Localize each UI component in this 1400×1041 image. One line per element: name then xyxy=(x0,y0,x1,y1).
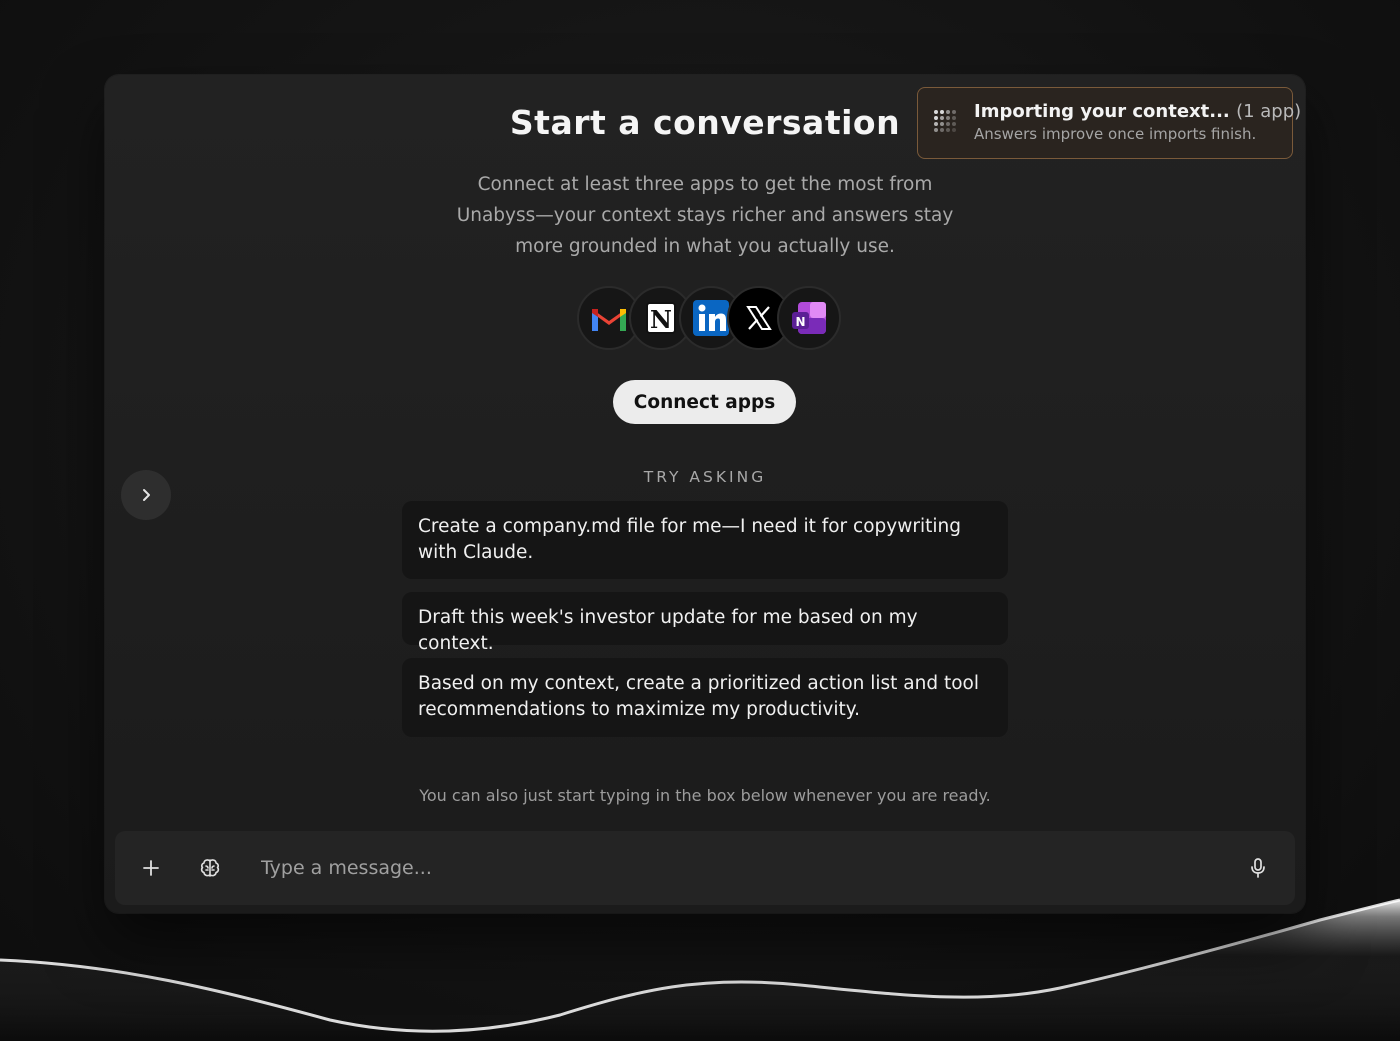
message-composer xyxy=(115,831,1295,905)
onenote-icon: N xyxy=(792,302,826,334)
app-onenote: N xyxy=(777,286,841,350)
microphone-icon xyxy=(1251,858,1265,878)
connect-apps-button[interactable]: Connect apps xyxy=(613,380,796,424)
connected-apps-stack: N N xyxy=(577,286,847,354)
page-subtitle: Connect at least three apps to get the m… xyxy=(456,174,954,257)
svg-text:N: N xyxy=(650,305,672,334)
app-background: Importing your context... (1 app) Answer… xyxy=(0,0,1400,1041)
suggestion-card[interactable]: Based on my context, create a prioritize… xyxy=(402,658,1008,737)
try-asking-label: TRY ASKING xyxy=(643,468,767,486)
suggestion-card[interactable]: Draft this week's investor update for me… xyxy=(402,592,1008,654)
chat-panel: Importing your context... (1 app) Answer… xyxy=(105,75,1305,913)
message-input[interactable] xyxy=(261,850,1201,886)
linkedin-icon xyxy=(693,300,729,336)
plus-icon xyxy=(143,860,159,876)
chevron-right-icon xyxy=(143,489,150,501)
page-title: Start a conversation xyxy=(509,103,901,142)
context-button[interactable] xyxy=(190,848,230,888)
suggestion-card[interactable]: Create a company.md file for me—I need i… xyxy=(402,501,1008,579)
brain-icon xyxy=(200,859,220,877)
voice-input-button[interactable] xyxy=(1238,848,1278,888)
gmail-icon xyxy=(592,309,626,331)
attach-button[interactable] xyxy=(131,848,171,888)
x-icon xyxy=(746,306,772,330)
typing-hint: You can also just start typing in the bo… xyxy=(419,786,991,805)
svg-text:N: N xyxy=(795,315,805,329)
notion-icon: N xyxy=(646,302,676,334)
